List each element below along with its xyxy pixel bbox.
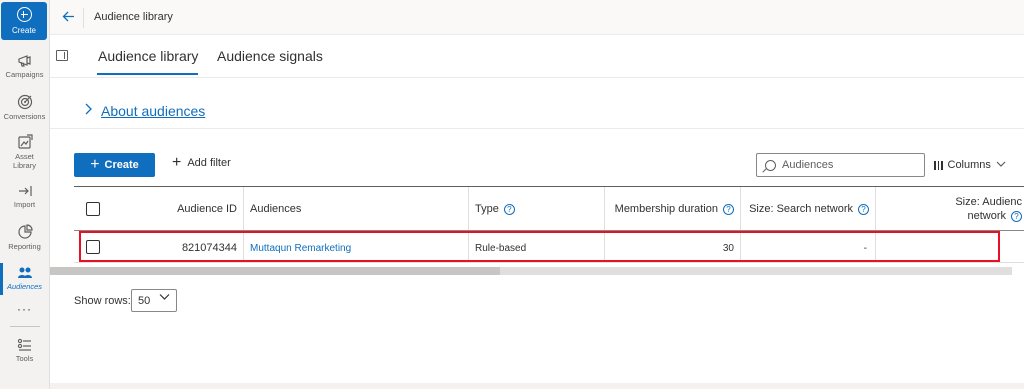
- plus-icon: +: [90, 156, 100, 173]
- create-button-label: Create: [104, 159, 139, 171]
- nav-item-tools[interactable]: Tools: [0, 338, 49, 363]
- chevron-down-icon: [996, 160, 1006, 171]
- nav-label: Tools: [15, 354, 34, 363]
- header-type-text: Type: [475, 203, 499, 215]
- megaphone-icon: [17, 55, 31, 67]
- chevron-down-icon: [159, 293, 170, 304]
- show-rows-label: Show rows:: [74, 295, 131, 307]
- add-filter-label: Add filter: [187, 157, 231, 169]
- nav-item-conversions[interactable]: Conversions: [0, 94, 49, 121]
- header-label: Audience ID: [177, 203, 237, 215]
- active-tab-underline: [97, 73, 198, 75]
- chevron-right-icon[interactable]: [84, 102, 93, 119]
- header-size-audience-text-1: Size: Audienc: [955, 196, 1022, 208]
- header-type[interactable]: Type?: [469, 187, 605, 230]
- info-icon[interactable]: ?: [1011, 210, 1022, 222]
- rows-select-value: 50: [138, 294, 151, 307]
- plus-icon: +: [172, 154, 182, 171]
- nav-label: Audiences: [6, 282, 43, 291]
- create-nav-label: Create: [11, 26, 36, 35]
- header-label: Type?: [475, 203, 515, 215]
- asset-library-icon: [17, 134, 33, 149]
- add-filter-button[interactable]: + Add filter: [172, 154, 231, 171]
- header-label: Membership duration?: [615, 203, 734, 215]
- header-label: Size: Audienc network?: [955, 195, 1022, 223]
- header-size-audience-text-2: network: [967, 210, 1006, 222]
- header-label: Size: Search network?: [749, 203, 869, 215]
- reporting-icon: [17, 224, 33, 239]
- import-icon: [18, 186, 32, 196]
- table-header-row: Audience ID Audiences Type? Membership d…: [74, 186, 1024, 231]
- select-all-checkbox[interactable]: [86, 202, 100, 216]
- header-size-audience[interactable]: Size: Audienc network?: [876, 187, 1024, 230]
- nav-label: Conversions: [3, 112, 46, 121]
- search-icon: [765, 159, 776, 171]
- nav-item-campaigns[interactable]: Campaigns: [0, 54, 49, 79]
- plus-circle-icon: [16, 7, 32, 22]
- tabs-divider: [50, 77, 1024, 78]
- about-audiences-link[interactable]: About audiences: [101, 103, 205, 119]
- nav-label: Reporting: [8, 242, 41, 251]
- row-highlight-box: [79, 231, 1000, 262]
- tools-icon: [17, 338, 31, 351]
- collapse-panel-icon[interactable]: [56, 50, 68, 61]
- section-divider: [50, 128, 1024, 129]
- header-select-col: [74, 187, 100, 230]
- tab-audience-signals[interactable]: Audience signals: [217, 48, 323, 64]
- header-label: Audiences: [250, 203, 302, 215]
- columns-label: Columns: [947, 159, 991, 171]
- tab-audience-library[interactable]: Audience library: [98, 48, 198, 64]
- bottom-edge: [50, 383, 1024, 389]
- header-divider: [83, 8, 84, 28]
- more-icon: ···: [17, 302, 32, 316]
- nav-label: Campaigns: [5, 70, 44, 79]
- create-button[interactable]: + Create: [74, 153, 155, 177]
- header-size-search[interactable]: Size: Search network?: [741, 187, 876, 230]
- info-icon[interactable]: ?: [503, 203, 515, 215]
- nav-item-import[interactable]: Import: [0, 184, 49, 209]
- top-header: Audience library: [50, 0, 1024, 35]
- scrollbar-thumb[interactable]: [50, 267, 500, 275]
- nav-label: Import: [13, 200, 36, 209]
- header-audiences[interactable]: Audiences: [244, 187, 469, 230]
- nav-divider: [10, 326, 40, 327]
- search-input[interactable]: [782, 159, 912, 171]
- rows-per-page-select[interactable]: 50: [131, 289, 177, 312]
- search-box[interactable]: [756, 153, 925, 177]
- audiences-icon: [17, 267, 32, 278]
- header-membership-duration[interactable]: Membership duration?: [605, 187, 741, 230]
- header-audience-id[interactable]: Audience ID: [99, 187, 244, 230]
- create-nav-button[interactable]: Create: [1, 2, 47, 40]
- header-membership-text: Membership duration: [614, 203, 718, 215]
- nav-item-asset-library[interactable]: Asset Library: [0, 134, 49, 170]
- nav-item-audiences[interactable]: Audiences: [0, 266, 49, 291]
- columns-button[interactable]: Columns: [934, 159, 1006, 171]
- nav-item-more[interactable]: ···: [0, 302, 49, 316]
- nav-item-reporting[interactable]: Reporting: [0, 224, 49, 251]
- header-size-search-text: Size: Search network: [749, 203, 853, 215]
- info-icon[interactable]: ?: [723, 203, 734, 215]
- page-title: Audience library: [94, 11, 173, 23]
- info-icon[interactable]: ?: [858, 203, 869, 215]
- columns-icon: [934, 160, 943, 170]
- back-arrow-icon[interactable]: [62, 10, 75, 26]
- left-nav-rail: Create Campaigns Conversions Asset Libra…: [0, 0, 50, 389]
- target-icon: [17, 94, 32, 110]
- nav-label: Asset Library: [13, 152, 36, 170]
